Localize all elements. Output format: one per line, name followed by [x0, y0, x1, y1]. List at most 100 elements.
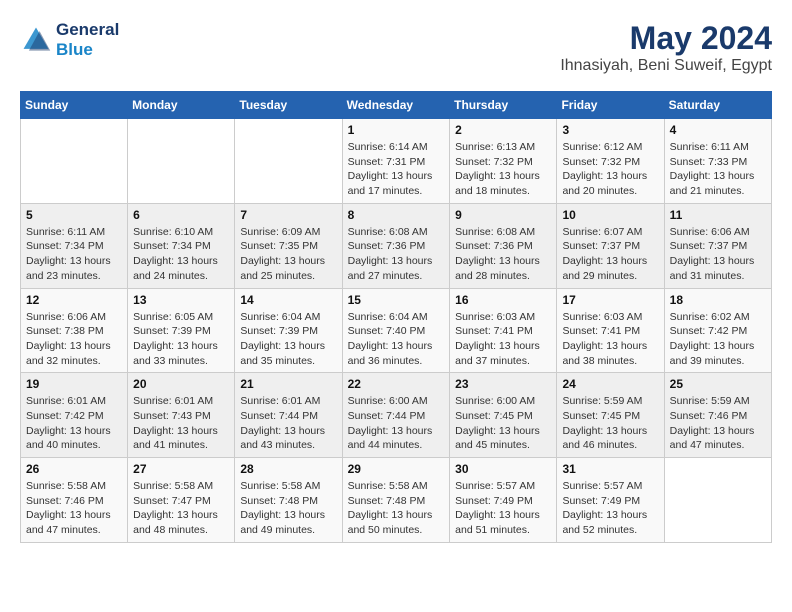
day-number: 20: [133, 377, 229, 391]
weekday-header-monday: Monday: [128, 92, 235, 119]
day-info: Sunrise: 5:58 AMSunset: 7:47 PMDaylight:…: [133, 479, 229, 538]
calendar-cell: 20 Sunrise: 6:01 AMSunset: 7:43 PMDayligh…: [128, 373, 235, 458]
calendar-cell: 2 Sunrise: 6:13 AMSunset: 7:32 PMDaylight…: [450, 119, 557, 204]
day-number: 29: [348, 462, 445, 476]
day-info: Sunrise: 6:04 AMSunset: 7:40 PMDaylight:…: [348, 310, 445, 369]
calendar-cell: 21Sunrise: 6:01 AMSunset: 7:44 PMDayligh…: [235, 373, 342, 458]
day-number: 19: [26, 377, 122, 391]
weekday-header-sunday: Sunday: [21, 92, 128, 119]
day-number: 28: [240, 462, 336, 476]
calendar-cell: [21, 119, 128, 204]
calendar-cell: 12Sunrise: 6:06 AMSunset: 7:38 PMDayligh…: [21, 288, 128, 373]
day-number: 17: [562, 293, 658, 307]
day-info: Sunrise: 6:09 AMSunset: 7:35 PMDaylight:…: [240, 225, 336, 284]
day-number: 16: [455, 293, 551, 307]
day-info: Sunrise: 5:59 AMSunset: 7:45 PMDaylight:…: [562, 394, 658, 453]
logo-line2: Blue: [56, 40, 119, 60]
calendar-cell: 19Sunrise: 6:01 AMSunset: 7:42 PMDayligh…: [21, 373, 128, 458]
calendar-week-5: 26 Sunrise: 5:58 AMSunset: 7:46 PMDayligh…: [21, 458, 772, 543]
day-info: Sunrise: 5:58 AMSunset: 7:48 PMDaylight:…: [240, 479, 336, 538]
day-info: Sunrise: 5:57 AMSunset: 7:49 PMDaylight:…: [455, 479, 551, 538]
day-info: Sunrise: 6:00 AMSunset: 7:45 PMDaylight:…: [455, 394, 551, 453]
calendar-cell: 6Sunrise: 6:10 AMSunset: 7:34 PMDaylight…: [128, 203, 235, 288]
weekday-header-friday: Friday: [557, 92, 664, 119]
day-info: Sunrise: 6:02 AMSunset: 7:42 PMDaylight:…: [670, 310, 766, 369]
calendar-cell: [128, 119, 235, 204]
day-number: 30: [455, 462, 551, 476]
day-info: Sunrise: 6:08 AMSunset: 7:36 PMDaylight:…: [348, 225, 445, 284]
weekday-header-tuesday: Tuesday: [235, 92, 342, 119]
calendar-body: 1 Sunrise: 6:14 AMSunset: 7:31 PMDaylight…: [21, 119, 772, 543]
day-info: Sunrise: 6:05 AMSunset: 7:39 PMDaylight:…: [133, 310, 229, 369]
day-info: Sunrise: 6:07 AMSunset: 7:37 PMDaylight:…: [562, 225, 658, 284]
day-info: Sunrise: 6:00 AMSunset: 7:44 PMDaylight:…: [348, 394, 445, 453]
day-info: Sunrise: 6:03 AMSunset: 7:41 PMDaylight:…: [455, 310, 551, 369]
calendar-cell: [664, 458, 771, 543]
calendar-cell: 5 Sunrise: 6:11 AMSunset: 7:34 PMDaylight…: [21, 203, 128, 288]
calendar-cell: 4Sunrise: 6:11 AMSunset: 7:33 PMDaylight…: [664, 119, 771, 204]
calendar-cell: 31 Sunrise: 5:57 AMSunset: 7:49 PMDayligh…: [557, 458, 664, 543]
main-title: May 2024: [560, 20, 772, 57]
day-number: 14: [240, 293, 336, 307]
day-info: Sunrise: 6:13 AMSunset: 7:32 PMDaylight:…: [455, 140, 551, 199]
day-info: Sunrise: 6:11 AMSunset: 7:33 PMDaylight:…: [670, 140, 766, 199]
day-number: 15: [348, 293, 445, 307]
day-info: Sunrise: 6:06 AMSunset: 7:38 PMDaylight:…: [26, 310, 122, 369]
calendar-cell: 28 Sunrise: 5:58 AMSunset: 7:48 PMDayligh…: [235, 458, 342, 543]
day-number: 22: [348, 377, 445, 391]
calendar-cell: 22 Sunrise: 6:00 AMSunset: 7:44 PMDayligh…: [342, 373, 450, 458]
page-header: General Blue May 2024 Ihnasiyah, Beni Su…: [20, 20, 772, 75]
day-info: Sunrise: 5:57 AMSunset: 7:49 PMDaylight:…: [562, 479, 658, 538]
calendar-cell: 3Sunrise: 6:12 AMSunset: 7:32 PMDaylight…: [557, 119, 664, 204]
day-info: Sunrise: 6:03 AMSunset: 7:41 PMDaylight:…: [562, 310, 658, 369]
calendar-cell: 16 Sunrise: 6:03 AMSunset: 7:41 PMDayligh…: [450, 288, 557, 373]
day-info: Sunrise: 6:10 AMSunset: 7:34 PMDaylight:…: [133, 225, 229, 284]
day-info: Sunrise: 5:58 AMSunset: 7:48 PMDaylight:…: [348, 479, 445, 538]
day-info: Sunrise: 6:06 AMSunset: 7:37 PMDaylight:…: [670, 225, 766, 284]
day-info: Sunrise: 6:08 AMSunset: 7:36 PMDaylight:…: [455, 225, 551, 284]
logo-line1: General: [56, 20, 119, 40]
day-info: Sunrise: 5:58 AMSunset: 7:46 PMDaylight:…: [26, 479, 122, 538]
calendar-cell: 13 Sunrise: 6:05 AMSunset: 7:39 PMDayligh…: [128, 288, 235, 373]
calendar-cell: 8 Sunrise: 6:08 AMSunset: 7:36 PMDaylight…: [342, 203, 450, 288]
weekday-header-wednesday: Wednesday: [342, 92, 450, 119]
calendar-week-1: 1 Sunrise: 6:14 AMSunset: 7:31 PMDaylight…: [21, 119, 772, 204]
calendar-cell: 23Sunrise: 6:00 AMSunset: 7:45 PMDayligh…: [450, 373, 557, 458]
logo: General Blue: [20, 20, 119, 59]
day-info: Sunrise: 6:14 AMSunset: 7:31 PMDaylight:…: [348, 140, 445, 199]
day-number: 13: [133, 293, 229, 307]
calendar-cell: [235, 119, 342, 204]
calendar-cell: 9 Sunrise: 6:08 AMSunset: 7:36 PMDaylight…: [450, 203, 557, 288]
subtitle: Ihnasiyah, Beni Suweif, Egypt: [560, 57, 772, 75]
calendar-cell: 1 Sunrise: 6:14 AMSunset: 7:31 PMDaylight…: [342, 119, 450, 204]
day-number: 10: [562, 208, 658, 222]
day-number: 31: [562, 462, 658, 476]
day-number: 2: [455, 123, 551, 137]
calendar-cell: 18 Sunrise: 6:02 AMSunset: 7:42 PMDayligh…: [664, 288, 771, 373]
calendar-week-3: 12Sunrise: 6:06 AMSunset: 7:38 PMDayligh…: [21, 288, 772, 373]
day-number: 11: [670, 208, 766, 222]
calendar-table: SundayMondayTuesdayWednesdayThursdayFrid…: [20, 91, 772, 543]
weekday-header-saturday: Saturday: [664, 92, 771, 119]
calendar-cell: 25Sunrise: 5:59 AMSunset: 7:46 PMDayligh…: [664, 373, 771, 458]
day-number: 18: [670, 293, 766, 307]
day-number: 5: [26, 208, 122, 222]
weekday-header-thursday: Thursday: [450, 92, 557, 119]
calendar-cell: 27 Sunrise: 5:58 AMSunset: 7:47 PMDayligh…: [128, 458, 235, 543]
calendar-cell: 14Sunrise: 6:04 AMSunset: 7:39 PMDayligh…: [235, 288, 342, 373]
calendar-cell: 17 Sunrise: 6:03 AMSunset: 7:41 PMDayligh…: [557, 288, 664, 373]
calendar-week-4: 19Sunrise: 6:01 AMSunset: 7:42 PMDayligh…: [21, 373, 772, 458]
day-number: 1: [348, 123, 445, 137]
day-number: 26: [26, 462, 122, 476]
day-number: 27: [133, 462, 229, 476]
calendar-week-2: 5 Sunrise: 6:11 AMSunset: 7:34 PMDaylight…: [21, 203, 772, 288]
day-number: 24: [562, 377, 658, 391]
day-number: 9: [455, 208, 551, 222]
day-number: 25: [670, 377, 766, 391]
day-number: 8: [348, 208, 445, 222]
day-info: Sunrise: 6:01 AMSunset: 7:43 PMDaylight:…: [133, 394, 229, 453]
calendar-header: SundayMondayTuesdayWednesdayThursdayFrid…: [21, 92, 772, 119]
logo-icon: [20, 24, 52, 56]
calendar-cell: 24 Sunrise: 5:59 AMSunset: 7:45 PMDayligh…: [557, 373, 664, 458]
day-info: Sunrise: 6:11 AMSunset: 7:34 PMDaylight:…: [26, 225, 122, 284]
